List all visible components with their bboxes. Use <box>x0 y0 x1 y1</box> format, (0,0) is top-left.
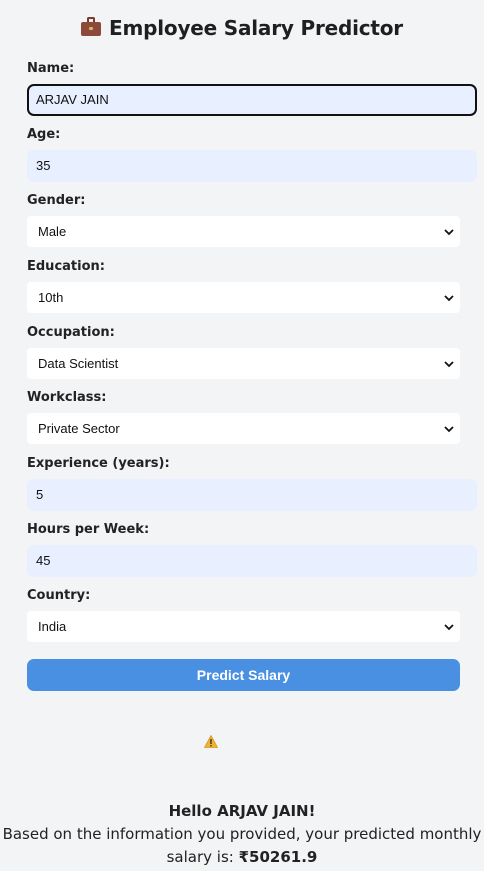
predict-salary-button[interactable]: Predict Salary <box>27 659 460 691</box>
workclass-select[interactable]: Private Sector <box>27 413 460 444</box>
prediction-result: Hello ARJAV JAIN! Based on the informati… <box>0 800 484 869</box>
name-input[interactable]: ARJAV JAIN <box>27 84 477 116</box>
chevron-down-icon <box>444 361 454 368</box>
briefcase-icon <box>81 17 102 36</box>
country-select[interactable]: India <box>27 611 460 642</box>
country-select-value: India <box>38 619 67 634</box>
country-label: Country: <box>27 588 91 603</box>
hours-input[interactable]: 45 <box>27 545 477 577</box>
education-select-value: 10th <box>38 290 64 305</box>
chevron-down-icon <box>444 426 454 433</box>
gender-select-value: Male <box>38 224 67 239</box>
chevron-down-icon <box>444 229 454 236</box>
gender-select[interactable]: Male <box>27 216 460 247</box>
education-label: Education: <box>27 259 105 274</box>
experience-input[interactable]: 5 <box>27 479 477 511</box>
gender-label: Gender: <box>27 193 86 208</box>
experience-label: Experience (years): <box>27 456 170 471</box>
warning-icon <box>204 735 218 748</box>
age-label: Age: <box>27 127 61 142</box>
page-title-text: Employee Salary Predictor <box>109 16 403 40</box>
result-message-block: Based on the information you provided, y… <box>0 823 484 869</box>
occupation-select-value: Data Scientist <box>38 356 119 371</box>
occupation-select[interactable]: Data Scientist <box>27 348 460 379</box>
workclass-label: Workclass: <box>27 390 107 405</box>
chevron-down-icon <box>444 624 454 631</box>
predicted-salary: ₹50261.9 <box>238 848 318 866</box>
occupation-label: Occupation: <box>27 325 115 340</box>
hours-label: Hours per Week: <box>27 522 150 537</box>
workclass-select-value: Private Sector <box>38 421 120 436</box>
name-label: Name: <box>27 61 75 76</box>
age-input[interactable]: 35 <box>27 150 477 182</box>
result-greeting: Hello ARJAV JAIN! <box>168 802 316 820</box>
page-title: Employee Salary Predictor <box>0 16 484 40</box>
salary-predictor-page: Employee Salary Predictor Name: ARJAV JA… <box>0 0 484 871</box>
education-select[interactable]: 10th <box>27 282 460 313</box>
chevron-down-icon <box>444 295 454 302</box>
